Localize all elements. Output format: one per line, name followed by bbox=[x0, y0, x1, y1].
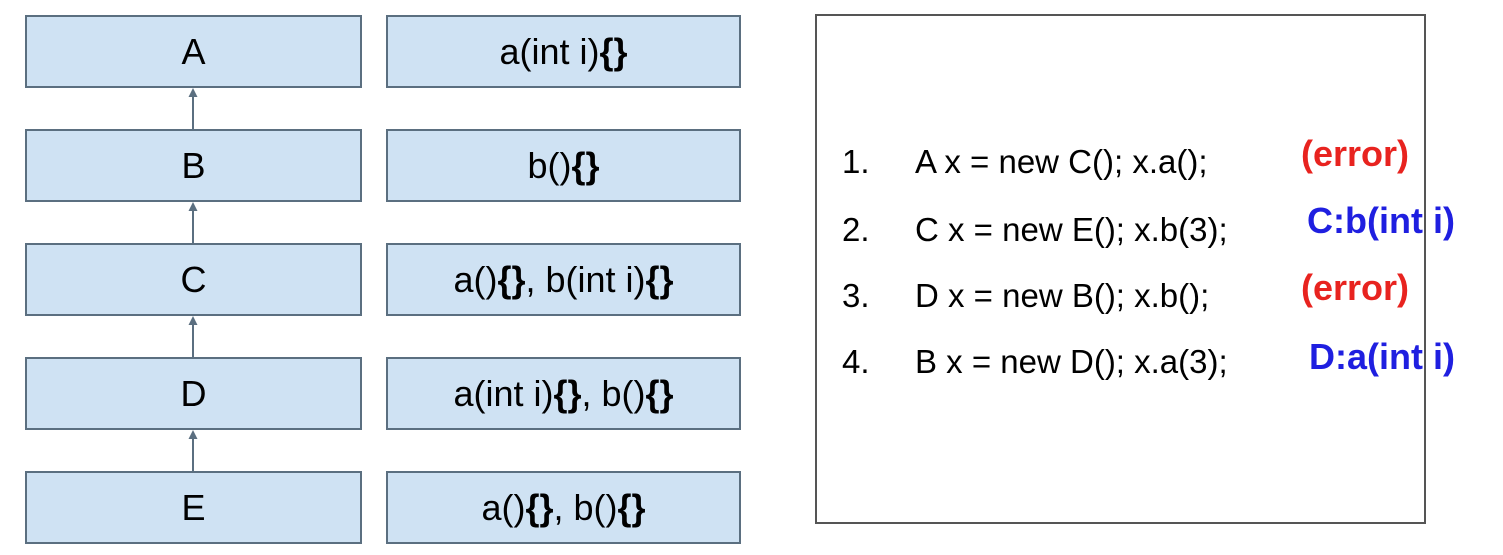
answer-2: C:b(int i) bbox=[1307, 200, 1455, 241]
question-row-2: 2. C x = new E(); x.b(3); bbox=[0, 210, 1503, 250]
question-number: 2. bbox=[842, 211, 870, 248]
arrow-e-to-d bbox=[188, 430, 198, 471]
answer-4: D:a(int i) bbox=[1309, 336, 1455, 377]
method-braces: {} bbox=[525, 486, 554, 528]
question-row-3: 3. D x = new B(); x.b(); bbox=[0, 276, 1503, 316]
arrow-b-to-a bbox=[188, 88, 198, 129]
method-sig: b() bbox=[573, 486, 618, 528]
question-number: 1. bbox=[842, 143, 870, 180]
answer-3: (error) bbox=[1301, 267, 1410, 308]
question-number: 3. bbox=[842, 277, 870, 314]
method-braces: {} bbox=[617, 486, 646, 528]
method-b: b(){} bbox=[574, 487, 646, 529]
question-row-1: 1. A x = new C(); x.a(); bbox=[0, 142, 1503, 182]
method-a: a(){} bbox=[481, 487, 553, 529]
method-sig: a() bbox=[481, 486, 526, 528]
class-name-a: A bbox=[181, 30, 206, 72]
methods-box-a: a(int i){} bbox=[386, 15, 741, 88]
method-braces: {} bbox=[599, 30, 628, 72]
class-box-e: E bbox=[25, 471, 362, 544]
class-name-e: E bbox=[181, 486, 206, 528]
method-a-int: a(int i){} bbox=[499, 31, 627, 73]
question-row-4: 4. B x = new D(); x.a(3); bbox=[0, 342, 1503, 382]
question-code: B x = new D(); x.a(3); bbox=[915, 343, 1228, 380]
answer-1: (error) bbox=[1301, 133, 1410, 174]
question-code: C x = new E(); x.b(3); bbox=[915, 211, 1228, 248]
method-sig: a(int i) bbox=[499, 30, 600, 72]
question-number: 4. bbox=[842, 343, 870, 380]
methods-box-e: a(){}, b(){} bbox=[386, 471, 741, 544]
class-box-a: A bbox=[25, 15, 362, 88]
method-separator: , bbox=[553, 486, 574, 528]
question-code: D x = new B(); x.b(); bbox=[915, 277, 1210, 314]
question-code: A x = new C(); x.a(); bbox=[915, 143, 1208, 180]
